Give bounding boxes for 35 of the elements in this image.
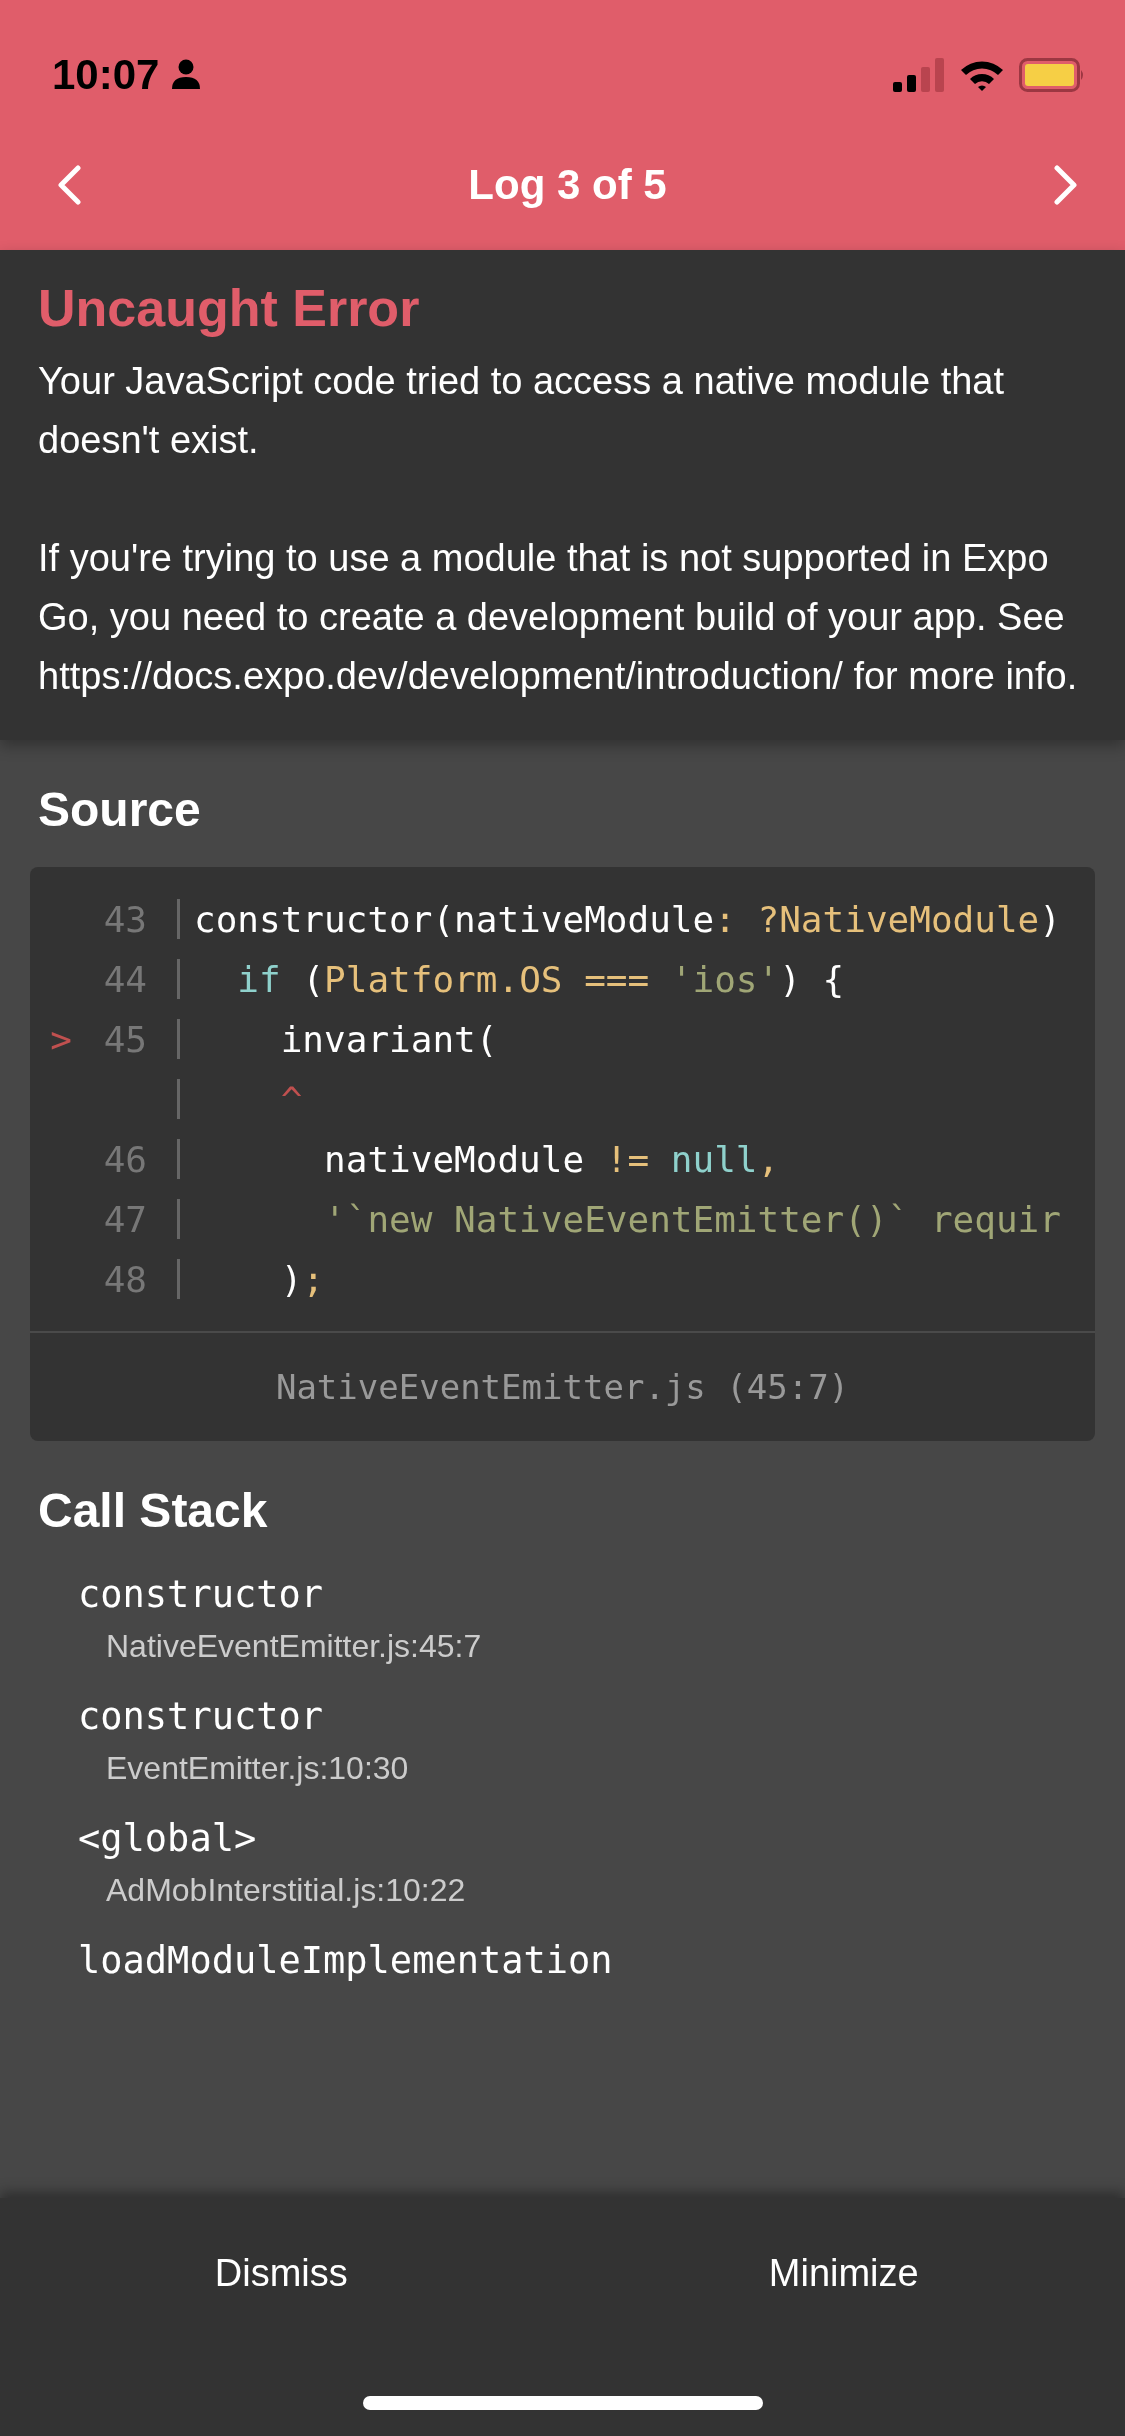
battery-icon (1019, 58, 1085, 92)
code-line: invariant( (279, 1018, 498, 1060)
footer-button[interactable]: Dismiss (0, 2198, 563, 2348)
log-title: Log 3 of 5 (468, 161, 667, 209)
footer-button[interactable]: Minimize (562, 2198, 1125, 2348)
signal-icon (893, 58, 945, 92)
stack-function: constructor (78, 1572, 325, 1618)
line-number: 48 (103, 1258, 147, 1300)
line-number: 47 (103, 1198, 147, 1240)
wifi-icon (959, 58, 1005, 92)
code-line: '`new NativeEventEmitter()` requir (323, 1198, 1061, 1240)
status-time: 10:07 (52, 51, 160, 99)
code-line: nativeModule != null, (323, 1138, 780, 1180)
source-file-name: NativeEventEmitter.js (45:7) (275, 1367, 850, 1407)
code-line: if (Platform.OS === 'ios') { (236, 958, 845, 1000)
line-number: 43 (103, 898, 147, 940)
line-number: 44 (103, 958, 147, 1000)
stack-file: AdMobInterstitial.js:10:22 (105, 1871, 467, 1910)
code-line: ^ (279, 1078, 303, 1120)
code-line: ); (279, 1258, 325, 1300)
line-number: 45 (103, 1018, 147, 1060)
error-title: Uncaught Error (38, 278, 421, 338)
person-icon (171, 59, 202, 91)
error-message: If you're trying to use a module that is not supported in Expo Go, you need to create a development build of your app. See https://docs.expo.dev/development/introduction/ for more info. (38, 536, 1079, 699)
section-title: Call Stack (38, 1483, 269, 1538)
stack-function: loadModuleImplementation (78, 1938, 614, 1984)
stack-function: constructor (78, 1694, 325, 1740)
stack-function: <global> (78, 1816, 258, 1862)
error-marker: > (50, 1018, 72, 1060)
code-line: constructor(nativeModule: ?NativeModule) (194, 898, 1061, 940)
line-number: 46 (103, 1138, 147, 1180)
section-title: Source (38, 782, 202, 837)
stack-file: EventEmitter.js:10:30 (105, 1749, 410, 1788)
stack-file: NativeEventEmitter.js:45:7 (105, 1627, 483, 1666)
error-message: Your JavaScript code tried to access a native module that doesn't exist. (38, 359, 1006, 463)
